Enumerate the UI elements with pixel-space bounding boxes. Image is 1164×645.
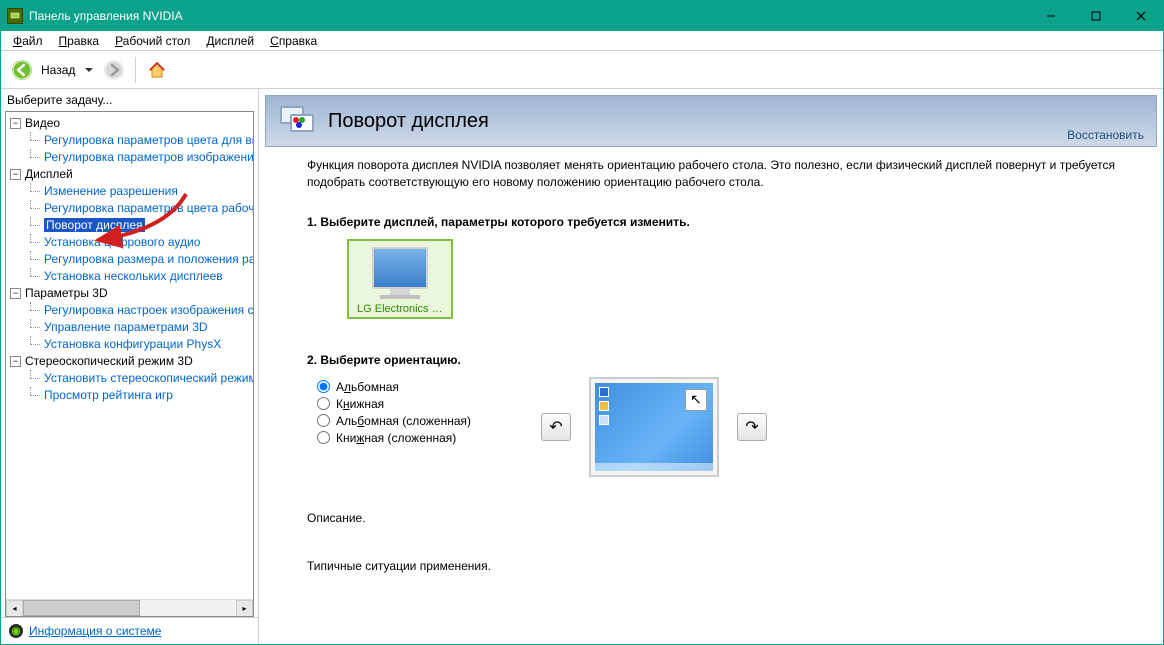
task-tree: −ВидеоРегулировка параметров цвета для в… bbox=[5, 111, 254, 617]
tree-item[interactable]: Установка конфигурации PhysX bbox=[24, 336, 253, 352]
window-title: Панель управления NVIDIA bbox=[29, 9, 1028, 23]
menu-help[interactable]: Справка bbox=[262, 32, 325, 50]
tree-item[interactable]: Регулировка настроек изображения с пр bbox=[24, 302, 253, 318]
tree-expander[interactable]: − bbox=[10, 169, 21, 180]
orientation-radio[interactable]: Книжная (сложенная) bbox=[317, 431, 471, 445]
rotate-cw-button[interactable]: ↷ bbox=[737, 413, 767, 441]
menu-display[interactable]: Дисплей bbox=[198, 32, 262, 50]
tree-item[interactable]: Установка цифрового аудио bbox=[24, 234, 253, 250]
scroll-right-icon[interactable]: ▸ bbox=[236, 600, 253, 617]
scroll-left-icon[interactable]: ◂ bbox=[6, 600, 23, 617]
tree-item[interactable]: Установить стереоскопический режим 3 bbox=[24, 370, 253, 386]
home-button[interactable] bbox=[144, 57, 170, 83]
page-title: Поворот дисплея bbox=[328, 110, 489, 133]
system-info-row: ◉ Информация о системе bbox=[1, 617, 258, 644]
tree-group-label: Дисплей bbox=[25, 167, 73, 181]
tree-item[interactable]: Регулировка размера и положения рабо bbox=[24, 251, 253, 267]
rotate-indicator-icon: ↖ bbox=[685, 389, 707, 411]
page-header: Поворот дисплея Восстановить bbox=[265, 95, 1157, 147]
back-label: Назад bbox=[37, 63, 79, 77]
tree-item[interactable]: Управление параметрами 3D bbox=[24, 319, 253, 335]
orientation-radio[interactable]: Книжная bbox=[317, 397, 471, 411]
content-panel: Поворот дисплея Восстановить Функция пов… bbox=[259, 89, 1163, 644]
tree-item[interactable]: Регулировка параметров изображения д bbox=[24, 149, 253, 165]
step2-title: 2. Выберите ориентацию. bbox=[307, 353, 1145, 367]
typical-usage-label: Типичные ситуации применения. bbox=[307, 559, 1145, 573]
system-info-icon: ◉ bbox=[9, 624, 23, 638]
display-name: LG Electronics … bbox=[357, 303, 443, 315]
tree-expander[interactable]: − bbox=[10, 356, 21, 367]
display-item[interactable]: LG Electronics … bbox=[347, 239, 453, 319]
tree-item[interactable]: Установка нескольких дисплеев bbox=[24, 268, 253, 284]
forward-button[interactable] bbox=[101, 57, 127, 83]
toolbar: Назад bbox=[1, 51, 1163, 89]
tree-group-label: Параметры 3D bbox=[25, 286, 108, 300]
back-button[interactable] bbox=[9, 57, 35, 83]
page-header-icon bbox=[280, 106, 316, 136]
back-dropdown[interactable] bbox=[81, 57, 97, 83]
system-info-link[interactable]: Информация о системе bbox=[29, 624, 161, 638]
tree-group-label: Стереоскопический режим 3D bbox=[25, 354, 193, 368]
titlebar: Панель управления NVIDIA bbox=[1, 1, 1163, 31]
menu-edit[interactable]: Правка bbox=[51, 32, 108, 50]
orientation-radio[interactable]: Альбомная (сложенная) bbox=[317, 414, 471, 428]
close-button[interactable] bbox=[1118, 1, 1163, 31]
toolbar-separator bbox=[135, 57, 136, 83]
left-panel: Выберите задачу... −ВидеоРегулировка пар… bbox=[1, 89, 259, 644]
page-description: Функция поворота дисплея NVIDIA позволяе… bbox=[307, 157, 1145, 191]
step1-title: 1. Выберите дисплей, параметры которого … bbox=[307, 215, 1145, 229]
menu-file[interactable]: Файл bbox=[5, 32, 51, 50]
menubar: Файл Правка Рабочий стол Дисплей Справка bbox=[1, 31, 1163, 51]
tree-scrollbar[interactable]: ◂ ▸ bbox=[6, 599, 253, 616]
orientation-radio[interactable]: Альбомная bbox=[317, 380, 471, 394]
task-label: Выберите задачу... bbox=[1, 89, 258, 111]
tree-item[interactable]: Изменение разрешения bbox=[24, 183, 253, 199]
tree-item[interactable]: Поворот дисплея bbox=[24, 217, 253, 233]
tree-group-label: Видео bbox=[25, 116, 60, 130]
tree-item[interactable]: Регулировка параметров цвета рабочег bbox=[24, 200, 253, 216]
app-icon bbox=[7, 8, 23, 24]
orientation-radios: Альбомная Книжная Альбомная (сложенная) Кни… bbox=[307, 377, 471, 448]
maximize-button[interactable] bbox=[1073, 1, 1118, 31]
tree-expander[interactable]: − bbox=[10, 288, 21, 299]
minimize-button[interactable] bbox=[1028, 1, 1073, 31]
menu-desktop[interactable]: Рабочий стол bbox=[107, 32, 198, 50]
scroll-thumb[interactable] bbox=[23, 600, 140, 616]
description-section-label: Описание. bbox=[307, 511, 1145, 525]
tree-expander[interactable]: − bbox=[10, 118, 21, 129]
monitor-icon bbox=[372, 247, 428, 289]
tree-item[interactable]: Регулировка параметров цвета для вид bbox=[24, 132, 253, 148]
restore-link[interactable]: Восстановить bbox=[1067, 128, 1144, 142]
preview-monitor: ↖ bbox=[589, 377, 719, 477]
tree-item[interactable]: Просмотр рейтинга игр bbox=[24, 387, 253, 403]
rotate-ccw-button[interactable]: ↶ bbox=[541, 413, 571, 441]
